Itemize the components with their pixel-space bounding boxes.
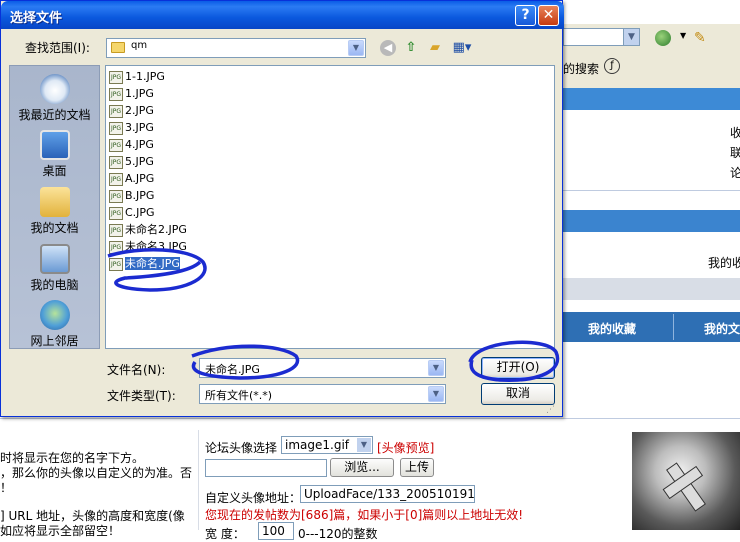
- annotation-circle-filename: [191, 344, 300, 380]
- annotation-overlay: [107, 248, 560, 382]
- annotation-circle-open-button: [468, 340, 560, 382]
- annotation-circle-selected-file: [107, 248, 207, 292]
